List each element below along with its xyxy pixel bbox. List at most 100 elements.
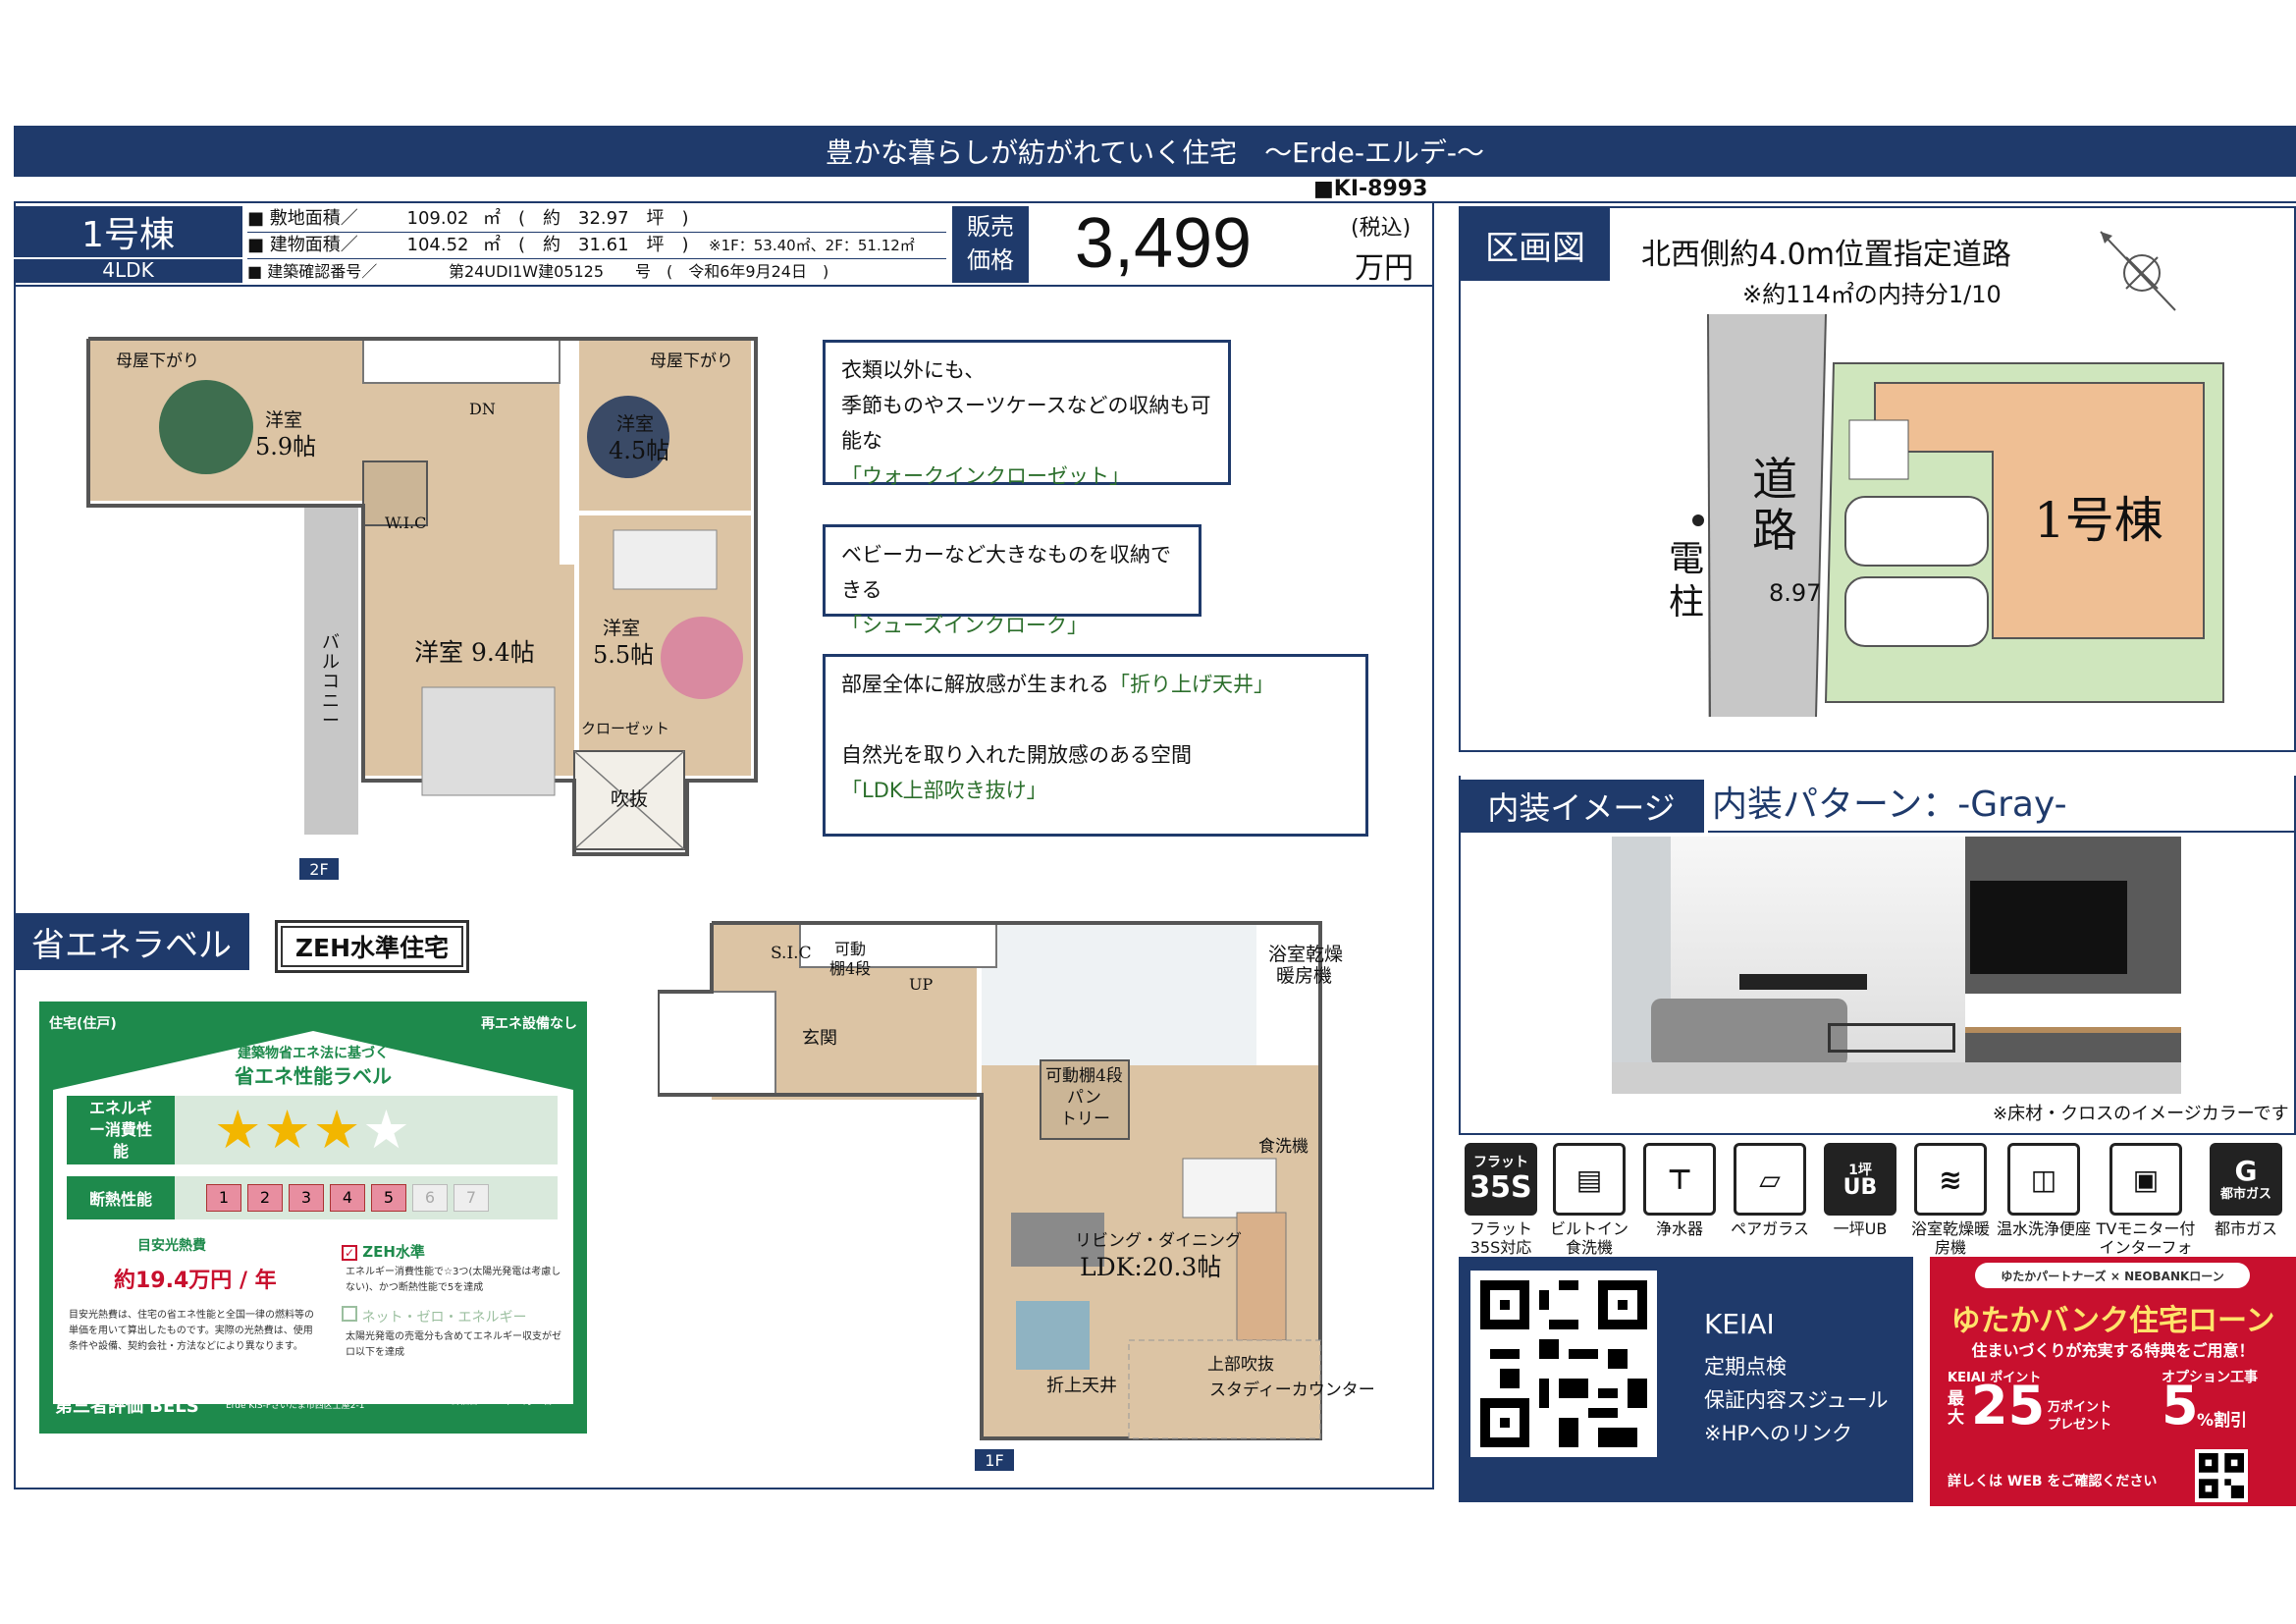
loan-sub: 住まいづくりが充実する特典をご用意！ bbox=[1971, 1341, 2255, 1360]
spec-floor-label: ■ 建物面積／ bbox=[247, 235, 358, 255]
feature-water-purifier: ⊤ 浄水器 bbox=[1637, 1143, 1722, 1238]
flat35s-icon-top: フラット bbox=[1473, 1155, 1528, 1170]
spec-divider bbox=[14, 285, 1434, 287]
spec-table: ■ 敷地面積／ 109.02 ㎡ ( 約 32.97 坪 ) ■ 建物面積／ 1… bbox=[247, 206, 946, 283]
loan-point-gift: プレゼント bbox=[2048, 1418, 2112, 1433]
page-title-bar: 豊かな暮らしが紡がれていく住宅 ～Erde-エルデ-～ bbox=[14, 126, 2296, 177]
room-western-2-label-b: 4.5帖 bbox=[609, 437, 670, 464]
note-shoes: ベビーカーなど大きなものを収納できる 「シューズインクローク」 bbox=[823, 524, 1201, 637]
loan-footer: 詳しくは WEB をご確認ください bbox=[1948, 1474, 2158, 1489]
level-box: 2 bbox=[247, 1184, 283, 1212]
star-icon: ★ bbox=[263, 1099, 313, 1161]
city-gas-icon: G 都市ガス bbox=[2210, 1143, 2282, 1216]
living-rug bbox=[1016, 1301, 1090, 1370]
floor-tag-2f: 2F bbox=[299, 858, 339, 880]
loan-banner[interactable]: ゆたかパートナーズ × NEOBANKローン ゆたかバンク住宅ローン 住まいづく… bbox=[1930, 1257, 2296, 1506]
dining-table bbox=[1236, 1212, 1287, 1341]
note-ceiling-line-1: 部屋全体に解放感が生まれる「折り上げ天井」 bbox=[841, 667, 1350, 702]
sic-label: S.I.C bbox=[771, 944, 812, 963]
feature-label: 浴室乾燥暖房機 bbox=[1910, 1219, 1990, 1257]
energy-row-label: エネルギー消費性能 bbox=[67, 1096, 175, 1164]
bath-label-b: 暖房機 bbox=[1276, 965, 1333, 987]
spec-land-text: ㎡ ( 約 32.97 坪 ) bbox=[483, 208, 689, 229]
car-2 bbox=[1844, 576, 1989, 647]
floor-plan-1f-drawing bbox=[656, 921, 1322, 1440]
zeh-check-label: ZEH水準 bbox=[362, 1243, 425, 1261]
note-ceiling-line-2: 自然光を取り入れた開放感のある空間 bbox=[841, 743, 1192, 767]
city-gas-icon-main: G bbox=[2234, 1155, 2258, 1187]
unit-bath-icon-main: UB bbox=[1842, 1175, 1878, 1200]
bed-small bbox=[613, 529, 718, 590]
feature-label: ビルトイン食洗機 bbox=[1549, 1219, 1629, 1257]
road-char-2: 路 bbox=[1752, 504, 1797, 557]
entrance-label: 玄関 bbox=[802, 1028, 837, 1049]
kitchen-counter bbox=[1182, 1158, 1277, 1218]
stair-2f bbox=[362, 338, 561, 384]
loan-opt-unit: %割引 bbox=[2197, 1411, 2248, 1431]
insulation-levels: 1 2 3 4 5 6 7 bbox=[206, 1184, 489, 1212]
zeh-check: ✓ ZEH水準 bbox=[342, 1241, 425, 1262]
qr-line-3[interactable]: ※HPへのリンク bbox=[1704, 1418, 1852, 1447]
rug-green bbox=[159, 380, 253, 474]
feature-label: 一坪UB bbox=[1833, 1219, 1888, 1238]
compass-icon bbox=[2091, 224, 2179, 312]
spec-floor-row: ■ 建物面積／ 104.52 ㎡ ( 約 31.61 坪 ) ※1F：53.40… bbox=[247, 233, 946, 259]
qr-code-icon[interactable] bbox=[1470, 1271, 1657, 1457]
feature-label: 温水洗浄便座 bbox=[1996, 1219, 2091, 1238]
qr-block: KEIAI 定期点検 保証内容スジュール ※HPへのリンク bbox=[1459, 1257, 1913, 1502]
feature-intercom: ▣ TVモニター付インターフォン bbox=[2095, 1143, 2197, 1275]
price-label-1: 販売 bbox=[967, 213, 1014, 241]
plot-frontage: 8.97 bbox=[1769, 579, 1822, 607]
unit-bath-icon: 1坪 UB bbox=[1824, 1143, 1896, 1216]
room-western-4-label-b: 5.5帖 bbox=[593, 641, 655, 669]
star-icon: ★ bbox=[312, 1099, 363, 1161]
note-shoes-line-2: 「シューズインクローク」 bbox=[841, 614, 1088, 637]
spec-land-value: 109.02 bbox=[406, 208, 469, 229]
feature-dishwasher: ▤ ビルトイン食洗機 bbox=[1547, 1143, 1631, 1257]
card-heading: 省エネ性能ラベル bbox=[235, 1064, 392, 1088]
toilet-icon: ◫ bbox=[2007, 1143, 2080, 1216]
interior-image bbox=[1612, 837, 2181, 1094]
card-footer-left: 第三者評価 BELS bbox=[55, 1396, 199, 1417]
study-label: スタディーカウンター bbox=[1209, 1380, 1375, 1400]
room-western-3-label: 洋室 9.4帖 bbox=[414, 638, 535, 667]
feature-toilet: ◫ 温水洗浄便座 bbox=[1993, 1143, 2095, 1238]
interior-title: 内装イメージ bbox=[1459, 780, 1704, 833]
price-tax: (税込) bbox=[1351, 216, 1412, 241]
bath-dryer-icon: ≋ bbox=[1914, 1143, 1987, 1216]
energy-stars: ★★★★ bbox=[214, 1102, 412, 1159]
page-title: 豊かな暮らしが紡がれていく住宅 ～Erde-エルデ-～ bbox=[825, 136, 1485, 169]
pole-icon bbox=[1692, 514, 1704, 526]
level-box: 5 bbox=[371, 1184, 406, 1212]
energy-title: 省エネラベル bbox=[14, 913, 249, 970]
price-label-2: 価格 bbox=[967, 246, 1014, 274]
interior-pattern: 内装パターン：-Gray- bbox=[1708, 780, 2296, 833]
insulation-row: 断熱性能 1 2 3 4 5 6 7 bbox=[67, 1176, 558, 1219]
stair-dn-label: DN bbox=[469, 400, 496, 418]
zeh-stamp: ZEH水準住宅 bbox=[275, 920, 469, 973]
balcony-label: バルコニー bbox=[322, 632, 340, 731]
wet-area bbox=[982, 923, 1256, 1065]
loan-qr-icon[interactable] bbox=[2195, 1449, 2248, 1502]
loan-opt-value: 5 bbox=[2162, 1375, 2199, 1436]
plot-road-title: 北西側約4.0m位置指定道路 bbox=[1641, 238, 2011, 272]
qr-line-2: 保証内容スジュール bbox=[1704, 1388, 1889, 1412]
spec-permit-label: ■ 建築確認番号／ bbox=[247, 262, 378, 281]
ldk-label-b: LDK:20.3帖 bbox=[1080, 1253, 1222, 1281]
building-name: 1号棟 bbox=[81, 215, 175, 255]
floor-tag-1f: 1F bbox=[975, 1449, 1014, 1471]
feature-label: ペアガラス bbox=[1731, 1219, 1809, 1238]
cost-note: 目安光熱費は、住宅の省エネ性能と全国一律の燃料等の単価を用いて算出したものです。… bbox=[69, 1310, 314, 1352]
water-purifier-icon: ⊤ bbox=[1643, 1143, 1716, 1216]
room-western-1-label-b: 5.9帖 bbox=[255, 433, 317, 460]
star-icon: ★ bbox=[214, 1099, 264, 1161]
level-box: 7 bbox=[454, 1184, 489, 1212]
rug-pink bbox=[661, 617, 743, 699]
note-shoes-line-1: ベビーカーなど大きなものを収納できる bbox=[841, 543, 1171, 602]
upper-void-label: 上部吹抜 bbox=[1207, 1355, 1274, 1375]
note-ceiling-line-1a: 部屋全体に解放感が生まれる bbox=[841, 673, 1109, 696]
note-ceiling: 部屋全体に解放感が生まれる「折り上げ天井」 自然光を取り入れた開放感のある空間 … bbox=[823, 654, 1368, 837]
cost-label: 目安光熱費 bbox=[137, 1238, 206, 1254]
price-value: 3,499 bbox=[1074, 204, 1253, 283]
spec-permit-value: 第24UDI1W建05125 号 ( 令和6年9月24日 ) bbox=[449, 262, 829, 281]
